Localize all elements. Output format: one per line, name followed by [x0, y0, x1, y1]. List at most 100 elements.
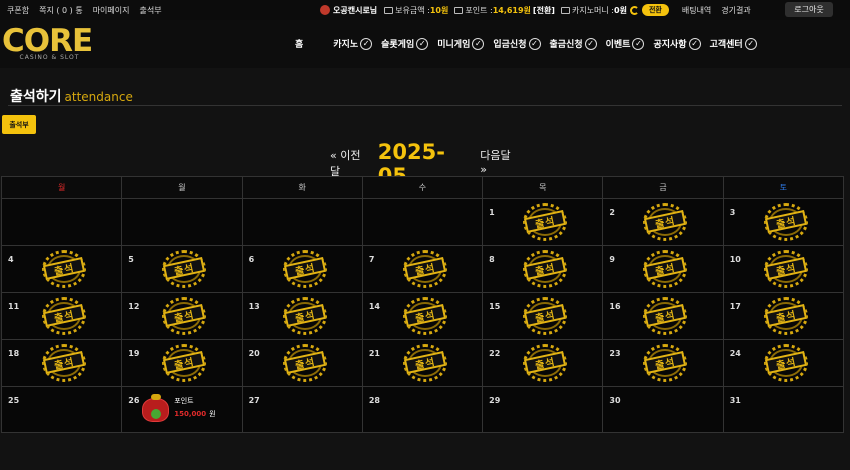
weekday-header-cell: 금: [602, 176, 724, 199]
logo-word: CORE: [2, 23, 93, 59]
calendar-day-cell: 30: [602, 386, 724, 433]
top-links: 쿠폰함 쪽지 ( 0 ) 통 마이페이지 출석부: [0, 5, 167, 16]
mypage-link[interactable]: 마이페이지: [88, 5, 135, 16]
reward-unit: 원: [209, 410, 216, 418]
top-bar: 쿠폰함 쪽지 ( 0 ) 통 마이페이지 출석부 오공캔시로님 보유금액 : 1…: [0, 0, 850, 20]
main-nav: CORE CASINO & SLOT 홈 카지노 ✓ 슬롯게임 ✓ 미니게임 ✓ 입금…: [0, 20, 850, 68]
weekday-header-cell: 수: [361, 176, 484, 199]
calendar-day-cell: 6 출석: [241, 245, 363, 293]
attendance-stamp-icon: 출석: [523, 344, 568, 382]
reward-amount: 150,000 원: [174, 409, 215, 419]
day-number: 10: [729, 255, 741, 264]
attendance-stamp-icon: 출석: [282, 344, 327, 382]
weekday-header-cell: 월: [121, 176, 243, 199]
calendar-day-cell: 31: [722, 386, 845, 433]
menu-support[interactable]: 고객센터 ✓: [710, 37, 757, 50]
day-number: 19: [128, 349, 140, 358]
day-number: 29: [489, 396, 501, 405]
menu-slot[interactable]: 슬롯게임 ✓: [381, 37, 429, 50]
main-menu: 홈 카지노 ✓ 슬롯게임 ✓ 미니게임 ✓ 입금신청 ✓ 출금신청 ✓ 이벤트 ✓ 공지사항…: [295, 37, 766, 50]
day-number: 7: [368, 255, 375, 264]
calendar-day-cell: 19 출석: [121, 339, 243, 387]
page-title: 출석하기 attendance: [10, 86, 133, 106]
day-number: 14: [368, 302, 380, 311]
weekday-header-cell: 토: [722, 176, 845, 199]
day-number: 12: [128, 302, 140, 311]
attendance-link[interactable]: 출석부: [135, 5, 167, 16]
menu-withdraw[interactable]: 출금신청 ✓: [550, 37, 597, 50]
refresh-icon[interactable]: [629, 5, 639, 15]
wallet-icon: [384, 6, 394, 14]
calendar-week-row: 18 출석 19 출석 20 출석 21 출석 22 출석 23 출석 24 출석: [0, 339, 845, 387]
attendance-stamp-icon: 출석: [42, 297, 86, 335]
menu-minigame[interactable]: 미니게임 ✓: [437, 37, 485, 50]
calendar-week-row: 25 26 포인트 150,000 원 27 28 29 30 31: [0, 386, 845, 433]
calendar-day-cell: 18 출석: [0, 339, 123, 387]
menu-deposit[interactable]: 입금신청 ✓: [493, 37, 541, 50]
menu-home-label: 홈: [295, 40, 304, 50]
calendar-day-cell: 29: [482, 386, 604, 433]
calendar-day-cell: 7 출석: [361, 245, 484, 293]
calendar-day-cell: 15 출석: [482, 292, 604, 340]
calendar-week-row: 1 출석 2 출석 3 출석: [0, 198, 845, 246]
calendar-day-cell: 13 출석: [241, 292, 363, 340]
attendance-button[interactable]: 출석부: [2, 115, 36, 134]
convert-button[interactable]: 전환: [641, 4, 669, 16]
attendance-stamp-icon: 출석: [643, 344, 688, 382]
attendance-stamp-icon: 출석: [402, 297, 447, 335]
title-divider: [8, 105, 842, 106]
calendar-day-cell: 4 출석: [0, 245, 123, 293]
attendance-stamp-icon: 출석: [763, 297, 808, 335]
calendar-day-cell: 5 출석: [121, 245, 243, 293]
day-number: 8: [489, 255, 495, 264]
check-circle-icon: ✓: [528, 37, 541, 50]
message-link[interactable]: 쪽지 ( 0 ) 통: [34, 5, 88, 16]
check-circle-icon: ✓: [472, 37, 485, 50]
weekday-header: 월 월 화 수 목 금 토: [0, 176, 845, 199]
attendance-stamp-icon: 출석: [523, 250, 568, 288]
point-icon: [454, 6, 464, 14]
site-logo[interactable]: CORE CASINO & SLOT: [2, 26, 97, 64]
calendar-day-cell: 20 출석: [241, 339, 363, 387]
calendar-day-cell: 25: [0, 386, 123, 433]
calendar-empty-cell: [0, 198, 123, 246]
day-number: 5: [128, 255, 134, 264]
calendar-day-cell: 22 출석: [482, 339, 604, 387]
attendance-stamp-icon: 출석: [643, 297, 688, 335]
day-number: 26: [128, 396, 140, 405]
day-number: 11: [8, 302, 20, 311]
check-circle-icon: ✓: [360, 37, 373, 50]
day-number: 22: [489, 349, 501, 358]
menu-event[interactable]: 이벤트 ✓: [606, 37, 645, 50]
check-circle-icon: ✓: [744, 37, 757, 50]
day-number: 2: [609, 208, 615, 217]
calendar-day-cell: 26 포인트 150,000 원: [121, 386, 243, 433]
menu-minigame-label: 미니게임: [437, 40, 471, 50]
day-number: 1: [489, 208, 495, 217]
menu-support-label: 고객센터: [709, 40, 743, 50]
day-number: 30: [609, 396, 621, 405]
prev-month-link[interactable]: « 이전달: [330, 147, 370, 179]
page-title-en: attendance: [64, 90, 133, 104]
point-convert-link[interactable]: [전환]: [533, 5, 555, 16]
calendar-day-cell: 28: [361, 386, 484, 433]
betting-history-link[interactable]: 배팅내역: [682, 5, 711, 16]
game-results-link[interactable]: 경기결과: [721, 5, 750, 16]
coupon-link[interactable]: 쿠폰함: [0, 5, 34, 16]
day-number: 15: [489, 302, 501, 311]
attendance-stamp-icon: 출석: [162, 344, 207, 382]
day-number: 4: [8, 255, 14, 264]
calendar-week-row: 4 출석 5 출석 6 출석 7 출석 8 출석 9 출석 10 출석: [0, 245, 845, 293]
menu-notice[interactable]: 공지사항 ✓: [653, 37, 701, 50]
menu-home[interactable]: 홈: [295, 37, 303, 50]
calendar-day-cell: 27: [241, 386, 363, 433]
menu-casino[interactable]: 카지노 ✓: [333, 37, 373, 50]
weekday-header-cell: 월: [0, 176, 123, 199]
day-number: 6: [248, 255, 255, 264]
check-circle-icon: ✓: [688, 37, 701, 50]
attendance-stamp-icon: 출석: [162, 250, 207, 288]
day-number: 16: [609, 302, 621, 311]
next-month-link[interactable]: 다음달 »: [480, 147, 520, 176]
calendar-day-cell: 9 출석: [602, 245, 724, 293]
logout-button[interactable]: 로그아웃: [785, 2, 833, 17]
